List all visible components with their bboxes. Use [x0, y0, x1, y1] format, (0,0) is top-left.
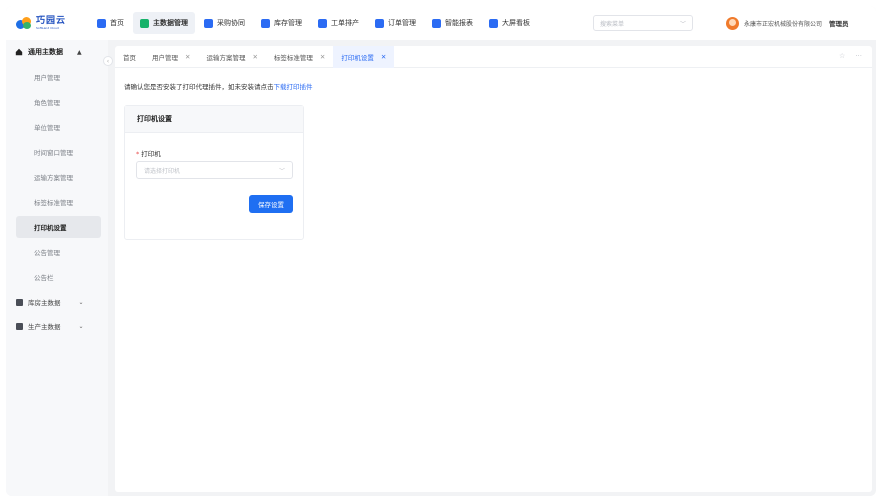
order-icon — [375, 18, 384, 28]
nav-item-label: 采购协同 — [217, 19, 245, 27]
close-icon[interactable]: ✕ — [252, 53, 257, 61]
card-title: 打印机设置 — [125, 106, 303, 133]
search-placeholder: 搜索菜单 — [600, 20, 625, 28]
top-bar: 巧园云 SoftLand Cloud 首页 主数据管理 采购协同 库存管理 工单排产 订单… — [6, 6, 876, 40]
chevron-down-icon: ﹀ — [679, 20, 686, 28]
printer-select[interactable]: 请选择打印机 ﹀ — [136, 161, 293, 179]
nav-item-label: 库存管理 — [274, 19, 302, 27]
sidebar-item-3[interactable]: 时间窗口管理 — [16, 141, 101, 163]
collapse-sidebar-button[interactable]: ‹ — [103, 56, 113, 66]
nav-item-4[interactable]: 工单排产 — [311, 12, 366, 34]
close-icon[interactable]: ✕ — [185, 53, 190, 61]
required-mark: * — [136, 150, 140, 158]
app-logo[interactable]: 巧园云 SoftLand Cloud — [16, 15, 90, 30]
printer-settings-card: 打印机设置 * 打印机 请选择打印机 ﹀ 保存设置 — [124, 105, 304, 240]
nav-item-1[interactable]: 主数据管理 — [133, 12, 195, 34]
tab-label: 打印机设置 — [341, 53, 374, 62]
more-icon[interactable]: ··· — [855, 52, 862, 60]
tab-label: 运输方案管理 — [206, 53, 246, 62]
main-panel: 首页 用户管理 ✕ 运输方案管理 ✕ 标签标准管理 ✕ 打印机设置 ✕ ☆ ··· 请确认您是否… — [115, 45, 872, 492]
nav-item-0[interactable]: 首页 — [90, 12, 131, 34]
report-icon — [432, 18, 441, 28]
logo-name: 巧园云 — [36, 15, 67, 26]
nav-item-5[interactable]: 订单管理 — [368, 12, 423, 34]
sidebar-item-4[interactable]: 运输方案管理 — [16, 166, 101, 188]
chevron-down-icon: ⌄ — [78, 298, 84, 306]
tab-label: 首页 — [123, 53, 136, 62]
sidebar-item-2[interactable]: 单位管理 — [16, 116, 101, 138]
sidebar-item-0[interactable]: 用户管理 — [16, 66, 101, 88]
tab-tools: ☆ ··· — [839, 52, 862, 60]
download-plugin-link[interactable]: 下载打印插件 — [274, 83, 313, 91]
sidebar-group-0[interactable]: 库房主数据 ⌄ — [6, 291, 108, 313]
tab-3[interactable]: 标签标准管理 ✕ — [266, 46, 333, 68]
sidebar-item-8[interactable]: 公告栏 — [16, 266, 101, 288]
sidebar-group-general-master-data[interactable]: 通用主数据 ▲ — [6, 40, 108, 64]
sidebar-group-label: 库房主数据 — [28, 299, 61, 307]
notice-text: 请确认您是否安装了打印代理插件，如未安装请点击 — [124, 83, 274, 91]
company-name: 永康市正宏机械股份有限公司 — [744, 20, 823, 28]
nav-item-label: 大屏看板 — [502, 19, 530, 27]
inventory-icon — [261, 18, 270, 28]
nav-item-2[interactable]: 采购协同 — [197, 12, 252, 34]
sidebar: 通用主数据 ▲ 用户管理角色管理单位管理时间窗口管理 运输方案管理 标签标准管理 打印… — [6, 40, 108, 496]
nav-item-label: 工单排产 — [331, 19, 359, 27]
logo-subtitle: SoftLand Cloud — [36, 25, 59, 30]
nav-item-label: 首页 — [110, 19, 124, 27]
chevron-left-icon: ‹ — [106, 57, 110, 65]
chevron-down-icon: ﹀ — [278, 167, 285, 175]
star-icon[interactable]: ☆ — [839, 52, 845, 60]
workorder-icon — [318, 18, 327, 28]
tab-0[interactable]: 首页 — [115, 46, 144, 68]
tab-label: 标签标准管理 — [273, 53, 313, 62]
printer-label-text: 打印机 — [141, 150, 161, 158]
nav-item-6[interactable]: 智能报表 — [425, 12, 480, 34]
close-icon[interactable]: ✕ — [381, 53, 386, 61]
menu-search-input[interactable]: 搜索菜单 ﹀ — [593, 15, 693, 31]
top-nav: 首页 主数据管理 采购协同 库存管理 工单排产 订单管理 智能报表 大屏看板 — [90, 6, 539, 40]
nav-item-label: 智能报表 — [445, 19, 473, 27]
tab-1[interactable]: 用户管理 ✕ — [144, 46, 198, 68]
sidebar-item-7[interactable]: 公告管理 — [16, 241, 101, 263]
tab-label: 用户管理 — [152, 53, 178, 62]
folder-icon — [16, 298, 23, 306]
tab-bar: 首页 用户管理 ✕ 运输方案管理 ✕ 标签标准管理 ✕ 打印机设置 ✕ — [115, 45, 872, 68]
chevron-down-icon: ⌄ — [78, 322, 84, 330]
database-icon — [140, 18, 149, 28]
dashboard-icon — [489, 18, 498, 28]
purchase-icon — [204, 18, 213, 28]
printer-field-label: * 打印机 — [136, 148, 161, 158]
user-area[interactable]: 永康市正宏机械股份有限公司 管理员 — [726, 15, 849, 31]
house-icon — [15, 48, 23, 56]
sidebar-group-label: 生产主数据 — [28, 323, 61, 331]
nav-item-label: 主数据管理 — [153, 19, 188, 27]
user-role[interactable]: 管理员 — [829, 18, 849, 28]
sidebar-item-1[interactable]: 角色管理 — [16, 91, 101, 113]
nav-item-3[interactable]: 库存管理 — [254, 12, 309, 34]
home-icon — [97, 18, 106, 28]
save-settings-button[interactable]: 保存设置 — [249, 195, 293, 213]
app-frame: 巧园云 SoftLand Cloud 首页 主数据管理 采购协同 库存管理 工单排产 订单… — [6, 6, 876, 496]
logo-mark-icon — [16, 17, 32, 29]
tab-4[interactable]: 打印机设置 ✕ — [333, 45, 395, 68]
nav-item-label: 订单管理 — [388, 19, 416, 27]
nav-item-7[interactable]: 大屏看板 — [482, 12, 537, 34]
close-icon[interactable]: ✕ — [320, 53, 325, 61]
chevron-up-icon: ▲ — [77, 48, 82, 56]
plugin-notice: 请确认您是否安装了打印代理插件，如未安装请点击下载打印插件 — [124, 81, 313, 91]
tab-2[interactable]: 运输方案管理 ✕ — [198, 46, 265, 68]
avatar[interactable] — [726, 16, 739, 30]
sidebar-group-1[interactable]: 生产主数据 ⌄ — [6, 315, 108, 337]
folder-icon — [16, 322, 23, 330]
sidebar-header-label: 通用主数据 — [28, 48, 63, 56]
sidebar-item-5[interactable]: 标签标准管理 — [16, 191, 101, 213]
printer-select-placeholder: 请选择打印机 — [144, 167, 181, 175]
sidebar-item-6[interactable]: 打印机设置 — [16, 216, 101, 238]
